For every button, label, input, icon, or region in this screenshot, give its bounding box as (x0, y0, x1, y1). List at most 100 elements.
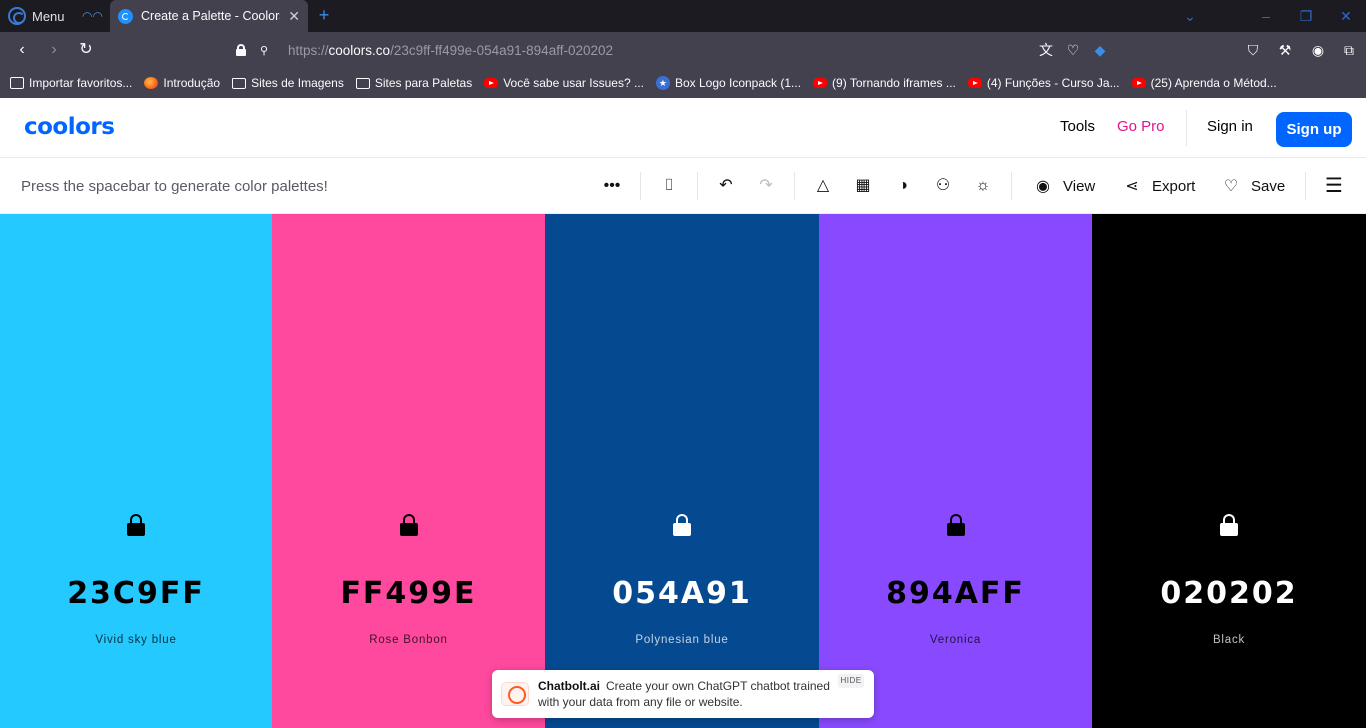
bookmark-item[interactable]: Importar favoritos... (10, 76, 132, 90)
hamburger-menu-icon[interactable]: ☰ (1324, 176, 1344, 196)
color-swatch[interactable]: FF499E Rose Bonbon (272, 214, 545, 728)
toolbar-divider (697, 172, 698, 200)
save-button[interactable]: ♡ Save (1221, 176, 1285, 196)
bookmark-label: (25) Aprenda o Métod... (1150, 76, 1277, 90)
bookmark-label: Box Logo Iconpack (1... (674, 76, 802, 90)
lock-icon[interactable] (236, 44, 246, 56)
youtube-icon (813, 78, 828, 88)
go-pro-link[interactable]: Go Pro (1117, 118, 1165, 135)
bookmark-label: (9) Tornando iframes ... (832, 76, 956, 90)
color-swatch[interactable]: 23C9FF Vivid sky blue (0, 214, 272, 728)
wrench-icon[interactable]: ⚒ (1276, 41, 1294, 59)
minimize-icon[interactable]: – (1254, 6, 1278, 26)
bookmark-item[interactable]: ★ Box Logo Iconpack (1... (655, 76, 802, 90)
export-button[interactable]: ⋖ Export (1122, 176, 1195, 196)
lock-icon[interactable] (127, 514, 145, 536)
undo-icon[interactable]: ↶ (716, 176, 736, 196)
chatbolt-logo-icon (501, 682, 529, 706)
color-name: Veronica (929, 634, 982, 646)
url-path: /23c9ff-ff499e-054a91-894aff-020202 (390, 42, 614, 58)
glasses-icon[interactable]: ⚇ (933, 176, 953, 196)
coolors-logo[interactable]: coolors (24, 114, 115, 140)
header-divider (1186, 110, 1187, 146)
sign-up-button[interactable]: Sign up (1276, 112, 1352, 147)
translate-icon[interactable]: 文 (1037, 41, 1055, 59)
bookmark-item[interactable]: (25) Aprenda o Métod... (1131, 76, 1277, 90)
redo-icon[interactable]: ↷ (756, 176, 776, 196)
account-icon[interactable]: ◉ (1309, 41, 1327, 59)
color-name: Rose Bonbon (369, 634, 448, 646)
more-options-icon[interactable]: ••• (602, 176, 622, 196)
tab-active[interactable]: Create a Palette - Coolors ✕ (110, 0, 308, 32)
view-button[interactable]: ◉ View (1033, 176, 1095, 196)
browser-nav-bar: ‹ › ↻ ⚲ https://coolors.co/23c9ff-ff499e… (0, 32, 1366, 68)
folder-icon (232, 77, 247, 89)
tab-close-icon[interactable]: ✕ (288, 8, 300, 25)
youtube-icon (967, 78, 982, 88)
pocket-icon[interactable]: ⛉ (1244, 41, 1262, 59)
lock-icon[interactable] (1220, 514, 1238, 536)
coolors-favicon-icon (118, 8, 133, 24)
hex-code[interactable]: 23C9FF (0, 576, 272, 611)
reload-icon[interactable]: ↻ (76, 40, 96, 60)
address-bar[interactable]: ⚲ https://coolors.co/23c9ff-ff499e-054a9… (226, 36, 1126, 64)
youtube-icon (484, 78, 499, 88)
bookmark-folder[interactable]: Sites para Paletas (355, 76, 472, 90)
restore-icon[interactable]: ❐ (1294, 6, 1318, 26)
hex-code[interactable]: 020202 (1092, 576, 1366, 611)
forward-arrow-icon[interactable]: › (44, 40, 64, 60)
browser-menu-button[interactable]: Menu (8, 6, 65, 26)
color-swatch[interactable]: 894AFF Veronica (819, 214, 1092, 728)
bookmark-label: Você sabe usar Issues? ... (503, 76, 644, 90)
heart-icon[interactable]: ♡ (1064, 41, 1082, 59)
color-swatch[interactable]: 054A91 Polynesian blue (545, 214, 819, 728)
bookmark-item[interactable]: (9) Tornando iframes ... (813, 76, 956, 90)
toolbar-divider (1011, 172, 1012, 200)
hex-code[interactable]: FF499E (272, 576, 545, 611)
save-label: Save (1251, 177, 1286, 195)
app-header: coolors Tools Go Pro Sign in Sign up (0, 98, 1366, 158)
color-palette: 23C9FF Vivid sky blue FF499E Rose Bonbon… (0, 214, 1366, 728)
sign-in-link[interactable]: Sign in (1207, 118, 1253, 135)
bookmark-item[interactable]: Introdução (144, 76, 220, 90)
tab-list-chevron-icon[interactable]: ⌄ (1178, 6, 1202, 26)
browser-tab-bar: Menu ◠◠ Create a Palette - Coolors ✕ + ⌄… (0, 0, 1366, 32)
bookmark-label: (4) Funções - Curso Ja... (986, 76, 1120, 90)
hex-code[interactable]: 894AFF (819, 576, 1092, 611)
chatbolt-ad-banner[interactable]: Chatbolt.ai Create your own ChatGPT chatb… (492, 670, 874, 718)
ad-brand: Chatbolt.ai (538, 679, 600, 693)
youtube-icon (1131, 78, 1146, 88)
bookmarks-bar: Importar favoritos... Introdução Sites d… (0, 68, 1366, 98)
spacebar-hint: Press the spacebar to generate color pal… (21, 178, 328, 195)
contrast-icon[interactable]: ◑ (893, 176, 913, 196)
brightness-icon[interactable]: ☼ (973, 176, 993, 196)
hide-ad-button[interactable]: HIDE (838, 674, 864, 688)
toolbar-divider (1305, 172, 1306, 200)
permissions-icon[interactable]: ⚲ (260, 44, 274, 57)
shield-extension-icon[interactable]: ◆ (1091, 41, 1109, 59)
hex-code[interactable]: 054A91 (545, 576, 819, 611)
lock-icon[interactable] (399, 514, 418, 536)
bookmark-item[interactable]: Você sabe usar Issues? ... (484, 76, 644, 90)
tools-link[interactable]: Tools (1060, 118, 1095, 135)
share-icon: ⋖ (1125, 178, 1139, 195)
bookmark-label: Importar favoritos... (29, 76, 133, 90)
color-name: Vivid sky blue (95, 634, 177, 646)
heart-icon: ♡ (1223, 178, 1239, 195)
camera-icon[interactable]: ⌷ (659, 176, 679, 196)
lock-icon[interactable] (946, 514, 965, 536)
lock-icon[interactable] (673, 514, 691, 536)
import-icon (10, 77, 24, 89)
close-window-icon[interactable]: ✕ (1334, 6, 1358, 26)
new-tab-button[interactable]: + (314, 5, 334, 25)
eye-icon[interactable]: ◠◠ (82, 9, 103, 23)
grid-icon[interactable]: ▦ (853, 176, 873, 196)
color-swatch[interactable]: 020202 Black (1092, 214, 1366, 728)
shapes-icon[interactable]: △ (813, 176, 833, 196)
toolbar-divider (640, 172, 641, 200)
back-arrow-icon[interactable]: ‹ (12, 40, 32, 60)
bookmark-folder[interactable]: Sites de Imagens (232, 76, 344, 90)
extensions-icon[interactable]: ⧉ (1340, 41, 1358, 59)
color-name: Black (1212, 634, 1246, 646)
bookmark-item[interactable]: (4) Funções - Curso Ja... (967, 76, 1120, 90)
